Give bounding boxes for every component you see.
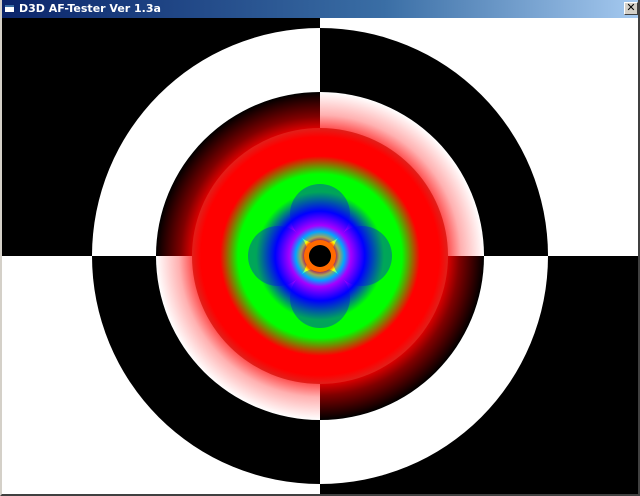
- window-title: D3D AF-Tester Ver 1.3a: [19, 2, 161, 15]
- app-window-icon: [4, 4, 15, 13]
- close-button[interactable]: ✕: [624, 2, 638, 15]
- close-icon: ✕: [626, 1, 636, 14]
- render-viewport[interactable]: [2, 18, 638, 494]
- af-test-render: [2, 18, 638, 494]
- app-window: D3D AF-Tester Ver 1.3a ✕: [0, 0, 640, 496]
- mip-core: [309, 245, 331, 267]
- title-bar[interactable]: D3D AF-Tester Ver 1.3a ✕: [0, 0, 640, 18]
